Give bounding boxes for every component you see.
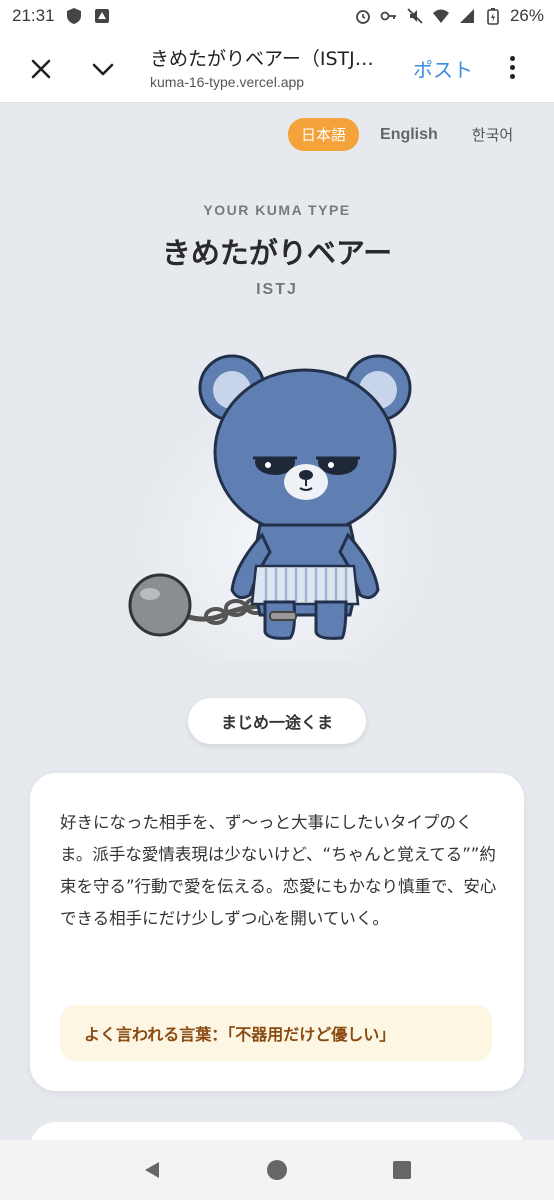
lang-english-button[interactable]: English (367, 120, 451, 150)
shield-icon (65, 7, 83, 25)
recents-icon[interactable] (382, 1150, 422, 1190)
signal-icon (458, 7, 476, 25)
lang-korean-button[interactable]: 한국어 (459, 118, 526, 151)
page-url[interactable]: kuma-16-type.vercel.app (150, 74, 304, 90)
home-icon[interactable] (257, 1150, 297, 1190)
quote-box: よく言われる言葉：「不器用だけど優しい」 (60, 1005, 492, 1061)
post-button[interactable]: ポスト (413, 54, 473, 83)
browser-toolbar: きめたがりベアー（ISTJ… kuma-16-type.vercel.app ポ… (0, 32, 554, 103)
type-code: ISTJ (256, 281, 298, 298)
lang-japanese-button[interactable]: 日本語 (288, 118, 360, 151)
wifi-icon (432, 7, 450, 25)
system-nav-bar (0, 1140, 554, 1200)
chevron-down-icon[interactable] (86, 52, 120, 86)
battery-icon (484, 7, 502, 25)
type-description: 好きになった相手を、ず〜っと大事にしたいタイプのくま。派手な愛情表現は少ないけど… (60, 813, 497, 928)
language-switcher: 日本語 English 한국어 (288, 118, 526, 151)
bear-illustration (120, 340, 440, 680)
description-card: 好きになった相手を、ず〜っと大事にしたいタイプのくま。派手な愛情表現は少ないけど… (30, 773, 524, 1091)
page-title: きめたがりベアー（ISTJ… (150, 48, 374, 70)
close-icon[interactable] (24, 52, 58, 86)
result-eyebrow: YOUR KUMA TYPE (203, 202, 351, 218)
more-vert-icon[interactable] (500, 52, 524, 82)
nickname-badge: まじめ一途くま (188, 698, 366, 744)
status-time: 21:31 (12, 6, 55, 25)
app-icon (93, 7, 111, 25)
alarm-icon (354, 7, 372, 25)
mute-icon (406, 7, 424, 25)
status-bar: 21:31 26% (0, 0, 554, 32)
type-title: きめたがりベアー (161, 236, 393, 270)
key-icon (380, 7, 398, 25)
battery-level: 26% (509, 6, 544, 25)
back-icon[interactable] (132, 1150, 172, 1190)
